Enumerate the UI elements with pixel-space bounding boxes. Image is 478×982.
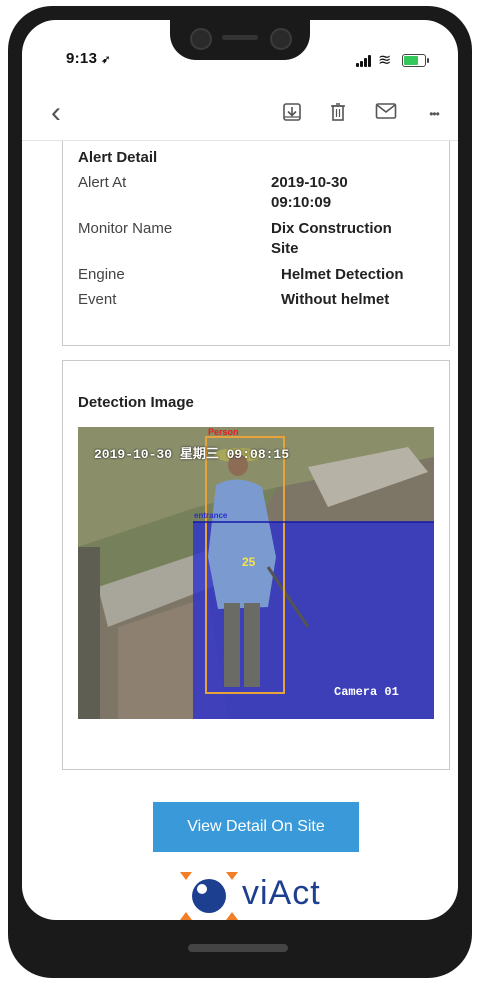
mail-toolbar: ‹ ••• [22, 90, 458, 141]
mail-icon[interactable] [374, 102, 398, 126]
detection-image[interactable]: 2019-10-30 星期三 09:08:15 Person entrance … [78, 427, 434, 719]
alert-at-label: Alert At [78, 174, 127, 191]
phone-frame: 9:13 ➶ ≋ ‹ ••• Alert Detail Alert At 201… [8, 6, 472, 978]
speaker [222, 35, 258, 40]
image-timestamp: 2019-10-30 星期三 09:08:15 [94, 447, 290, 462]
location-icon: ➶ [101, 54, 111, 66]
monitor-name-value-line2: Site [271, 240, 299, 257]
notch [170, 20, 310, 60]
alert-at-value-date: 2019-10-30 [271, 174, 348, 191]
battery-cap [427, 58, 429, 63]
battery-icon [402, 54, 426, 67]
track-id: 25 [242, 555, 256, 569]
detection-image-card: Detection Image 2019-10-30 星期三 09:08:15 … [62, 360, 450, 770]
viact-logo-mark [180, 872, 238, 920]
more-icon[interactable]: ••• [422, 102, 446, 126]
engine-label: Engine [78, 266, 125, 283]
alert-detail-card: Alert Detail Alert At 2019-10-30 09:10:0… [62, 141, 450, 346]
camera-label: Camera 01 [334, 685, 399, 699]
event-label: Event [78, 291, 117, 308]
home-indicator[interactable] [188, 944, 288, 952]
signal-icon [356, 55, 372, 67]
monitor-name-value: Dix Construction [271, 220, 392, 237]
view-detail-button[interactable]: View Detail On Site [153, 802, 359, 852]
viact-logo-text: viAct [242, 874, 321, 912]
alert-at-value-time: 09:10:09 [271, 194, 332, 211]
status-time: 9:13 ➶ [66, 50, 111, 67]
detection-image-title: Detection Image [78, 394, 194, 411]
trash-icon[interactable] [326, 102, 350, 126]
archive-icon[interactable] [280, 102, 304, 126]
wifi-icon: ≋ [378, 52, 392, 69]
zone-label: entrance [194, 511, 228, 520]
camera-icon [190, 28, 212, 50]
chevron-left-icon[interactable]: ‹ [44, 98, 68, 128]
sensor-icon [270, 28, 292, 50]
engine-value: Helmet Detection [281, 266, 404, 283]
alert-detail-title: Alert Detail [78, 149, 158, 166]
screen: 9:13 ➶ ≋ ‹ ••• Alert Detail Alert At 201… [22, 20, 458, 920]
monitor-name-label: Monitor Name [78, 220, 173, 237]
event-value: Without helmet [281, 291, 390, 308]
person-label: Person [208, 427, 239, 437]
viact-logo: viAct [178, 868, 338, 920]
